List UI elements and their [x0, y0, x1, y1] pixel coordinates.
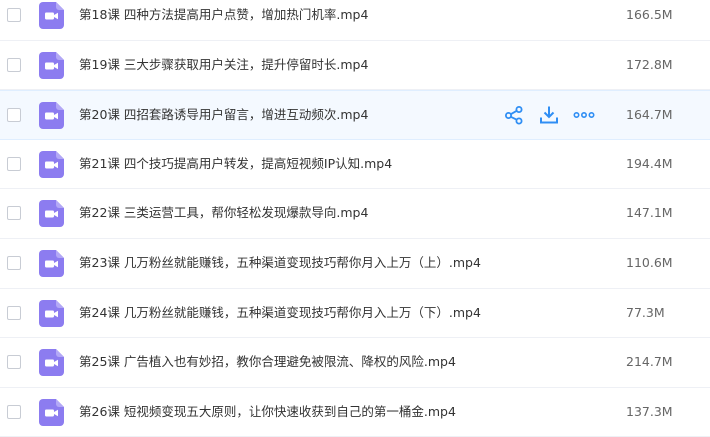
- file-name[interactable]: 第24课 几万粉丝就能赚钱，五种渠道变现技巧帮你月入上万（下）.mp4: [79, 304, 481, 322]
- file-size: 164.7M: [626, 107, 673, 123]
- video-file-icon: [39, 200, 64, 228]
- share-icon: [505, 106, 523, 125]
- video-file-icon: [39, 102, 64, 130]
- row-actions: [503, 103, 608, 127]
- file-size: 166.5M: [626, 7, 673, 22]
- file-row[interactable]: 第24课 几万粉丝就能赚钱，五种渠道变现技巧帮你月入上万（下）.mp4 77.3…: [0, 288, 710, 339]
- file-row[interactable]: 第18课 四种方法提高用户点赞，增加热门机率.mp4 166.5M: [0, 0, 710, 41]
- file-row[interactable]: 第26课 短视频变现五大原则，让你快速收获到自己的第一桶金.mp4 137.3M: [0, 387, 710, 437]
- more-button[interactable]: [573, 104, 595, 126]
- file-size: 110.6M: [626, 254, 673, 270]
- file-size: 77.3M: [626, 304, 665, 320]
- row-checkbox[interactable]: [7, 156, 21, 171]
- file-name[interactable]: 第22课 三类运营工具，帮你轻松发现爆款导向.mp4: [79, 204, 368, 222]
- file-name[interactable]: 第26课 短视频变现五大原则，让你快速收获到自己的第一桶金.mp4: [79, 403, 456, 421]
- video-file-icon: [39, 349, 64, 377]
- row-checkbox[interactable]: [7, 404, 21, 419]
- file-size: 137.3M: [626, 403, 673, 419]
- file-row[interactable]: 第21课 四个技巧提高用户转发，提高短视频IP认知.mp4 194.4M: [0, 139, 710, 190]
- video-file-icon: [39, 249, 64, 277]
- download-icon: [540, 106, 558, 124]
- file-name[interactable]: 第19课 三大步骤获取用户关注，提升停留时长.mp4: [79, 56, 368, 74]
- file-row[interactable]: 第20课 四招套路诱导用户留言，增进互动频次.mp4 164.7M: [0, 90, 710, 140]
- video-file-icon: [39, 398, 64, 426]
- file-name[interactable]: 第23课 几万粉丝就能赚钱，五种渠道变现技巧帮你月入上万（上）.mp4: [79, 254, 481, 272]
- download-button[interactable]: [538, 104, 560, 126]
- row-checkbox[interactable]: [7, 255, 21, 270]
- file-list: 第18课 四种方法提高用户点赞，增加热门机率.mp4 166.5M 第19课 三…: [0, 0, 710, 437]
- row-checkbox[interactable]: [7, 206, 21, 221]
- more-icon: [573, 112, 595, 119]
- row-checkbox[interactable]: [7, 8, 21, 22]
- video-file-icon: [39, 299, 64, 327]
- row-checkbox[interactable]: [7, 355, 21, 370]
- file-size: 147.1M: [626, 205, 673, 221]
- row-checkbox[interactable]: [7, 57, 21, 72]
- file-row[interactable]: 第19课 三大步骤获取用户关注，提升停留时长.mp4 172.8M: [0, 40, 710, 91]
- row-checkbox[interactable]: [7, 108, 21, 123]
- video-file-icon: [39, 51, 64, 79]
- share-button[interactable]: [503, 104, 525, 126]
- file-name[interactable]: 第20课 四招套路诱导用户留言，增进互动频次.mp4: [79, 106, 368, 124]
- file-size: 194.4M: [626, 155, 673, 171]
- row-checkbox[interactable]: [7, 305, 21, 320]
- video-file-icon: [39, 2, 64, 29]
- file-name[interactable]: 第18课 四种方法提高用户点赞，增加热门机率.mp4: [79, 6, 368, 24]
- file-name[interactable]: 第25课 广告植入也有妙招，教你合理避免被限流、降权的风险.mp4: [79, 353, 456, 371]
- file-row[interactable]: 第23课 几万粉丝就能赚钱，五种渠道变现技巧帮你月入上万（上）.mp4 110.…: [0, 238, 710, 289]
- file-size: 172.8M: [626, 56, 673, 72]
- video-file-icon: [39, 150, 64, 178]
- file-size: 214.7M: [626, 354, 673, 370]
- file-name[interactable]: 第21课 四个技巧提高用户转发，提高短视频IP认知.mp4: [79, 155, 392, 173]
- file-row[interactable]: 第25课 广告植入也有妙招，教你合理避免被限流、降权的风险.mp4 214.7M: [0, 338, 710, 388]
- file-row[interactable]: 第22课 三类运营工具，帮你轻松发现爆款导向.mp4 147.1M: [0, 189, 710, 239]
